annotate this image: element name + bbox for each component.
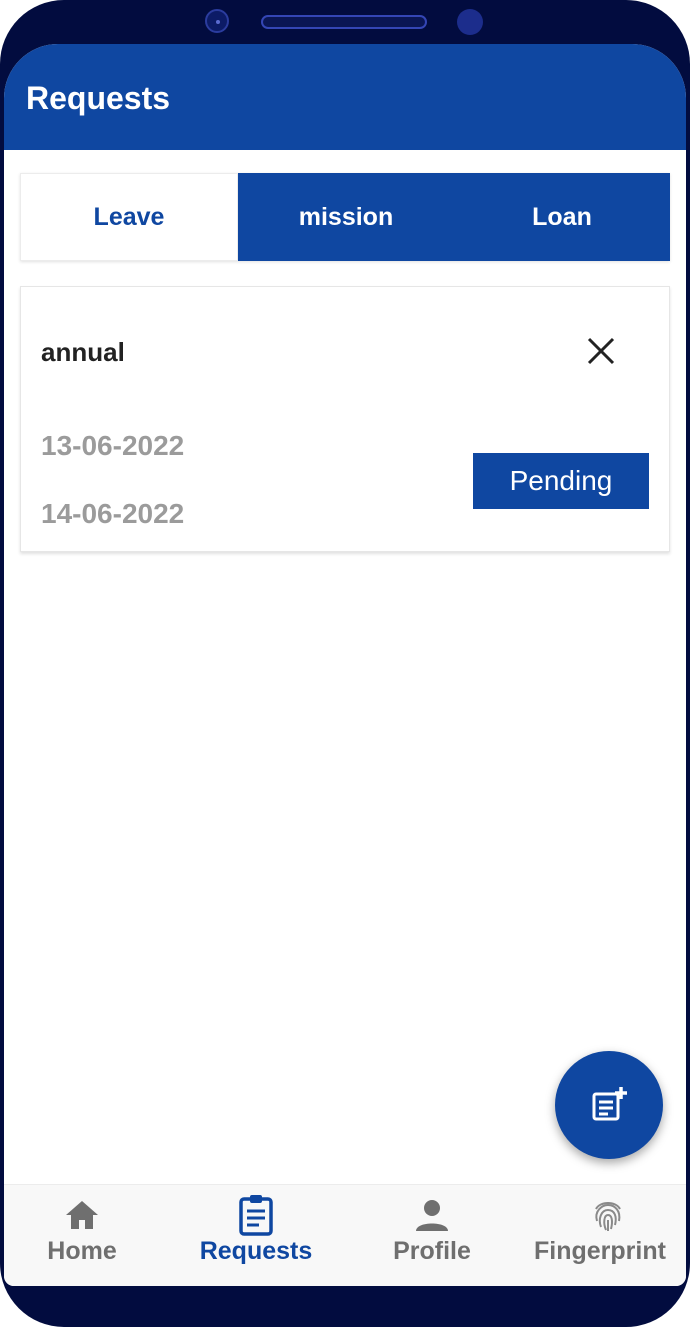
app-screen: Requests Leave mission Loan annual 13-06… bbox=[4, 44, 686, 1286]
clipboard-icon bbox=[239, 1195, 273, 1236]
tab-mission[interactable]: mission bbox=[238, 173, 454, 261]
app-bar: Requests bbox=[4, 44, 686, 150]
page-title: Requests bbox=[26, 80, 171, 116]
nav-fingerprint-label: Fingerprint bbox=[534, 1237, 666, 1265]
request-end-date: 14-06-2022 bbox=[41, 498, 185, 529]
nav-profile-label: Profile bbox=[393, 1237, 471, 1265]
add-note-icon bbox=[592, 1087, 627, 1121]
proximity-sensor bbox=[457, 9, 483, 35]
status-badge: Pending bbox=[473, 453, 649, 509]
fingerprint-icon bbox=[595, 1202, 621, 1231]
person-icon bbox=[416, 1200, 448, 1231]
front-camera bbox=[205, 9, 229, 33]
request-type: annual bbox=[41, 337, 125, 367]
phone-frame: Requests Leave mission Loan annual 13-06… bbox=[0, 0, 690, 1327]
request-type-tabs: Leave mission Loan bbox=[20, 173, 670, 261]
bottom-navigation: Home Requests Profile Fingerprint bbox=[4, 1184, 686, 1286]
tab-leave[interactable]: Leave bbox=[20, 173, 238, 261]
nav-requests-label: Requests bbox=[199, 1237, 313, 1265]
home-icon bbox=[66, 1201, 98, 1229]
request-start-date: 13-06-2022 bbox=[41, 430, 185, 461]
nav-requests[interactable]: Requests bbox=[190, 1193, 322, 1283]
request-card[interactable]: annual 13-06-2022 14-06-2022 Pending bbox=[20, 286, 670, 552]
add-request-button[interactable] bbox=[555, 1051, 663, 1159]
tab-loan[interactable]: Loan bbox=[454, 173, 670, 261]
nav-profile[interactable]: Profile bbox=[382, 1193, 482, 1283]
nav-fingerprint[interactable]: Fingerprint bbox=[534, 1193, 686, 1283]
earpiece-speaker bbox=[261, 15, 427, 29]
close-icon[interactable] bbox=[585, 335, 617, 367]
nav-home[interactable]: Home bbox=[34, 1193, 130, 1283]
nav-home-label: Home bbox=[47, 1237, 117, 1265]
